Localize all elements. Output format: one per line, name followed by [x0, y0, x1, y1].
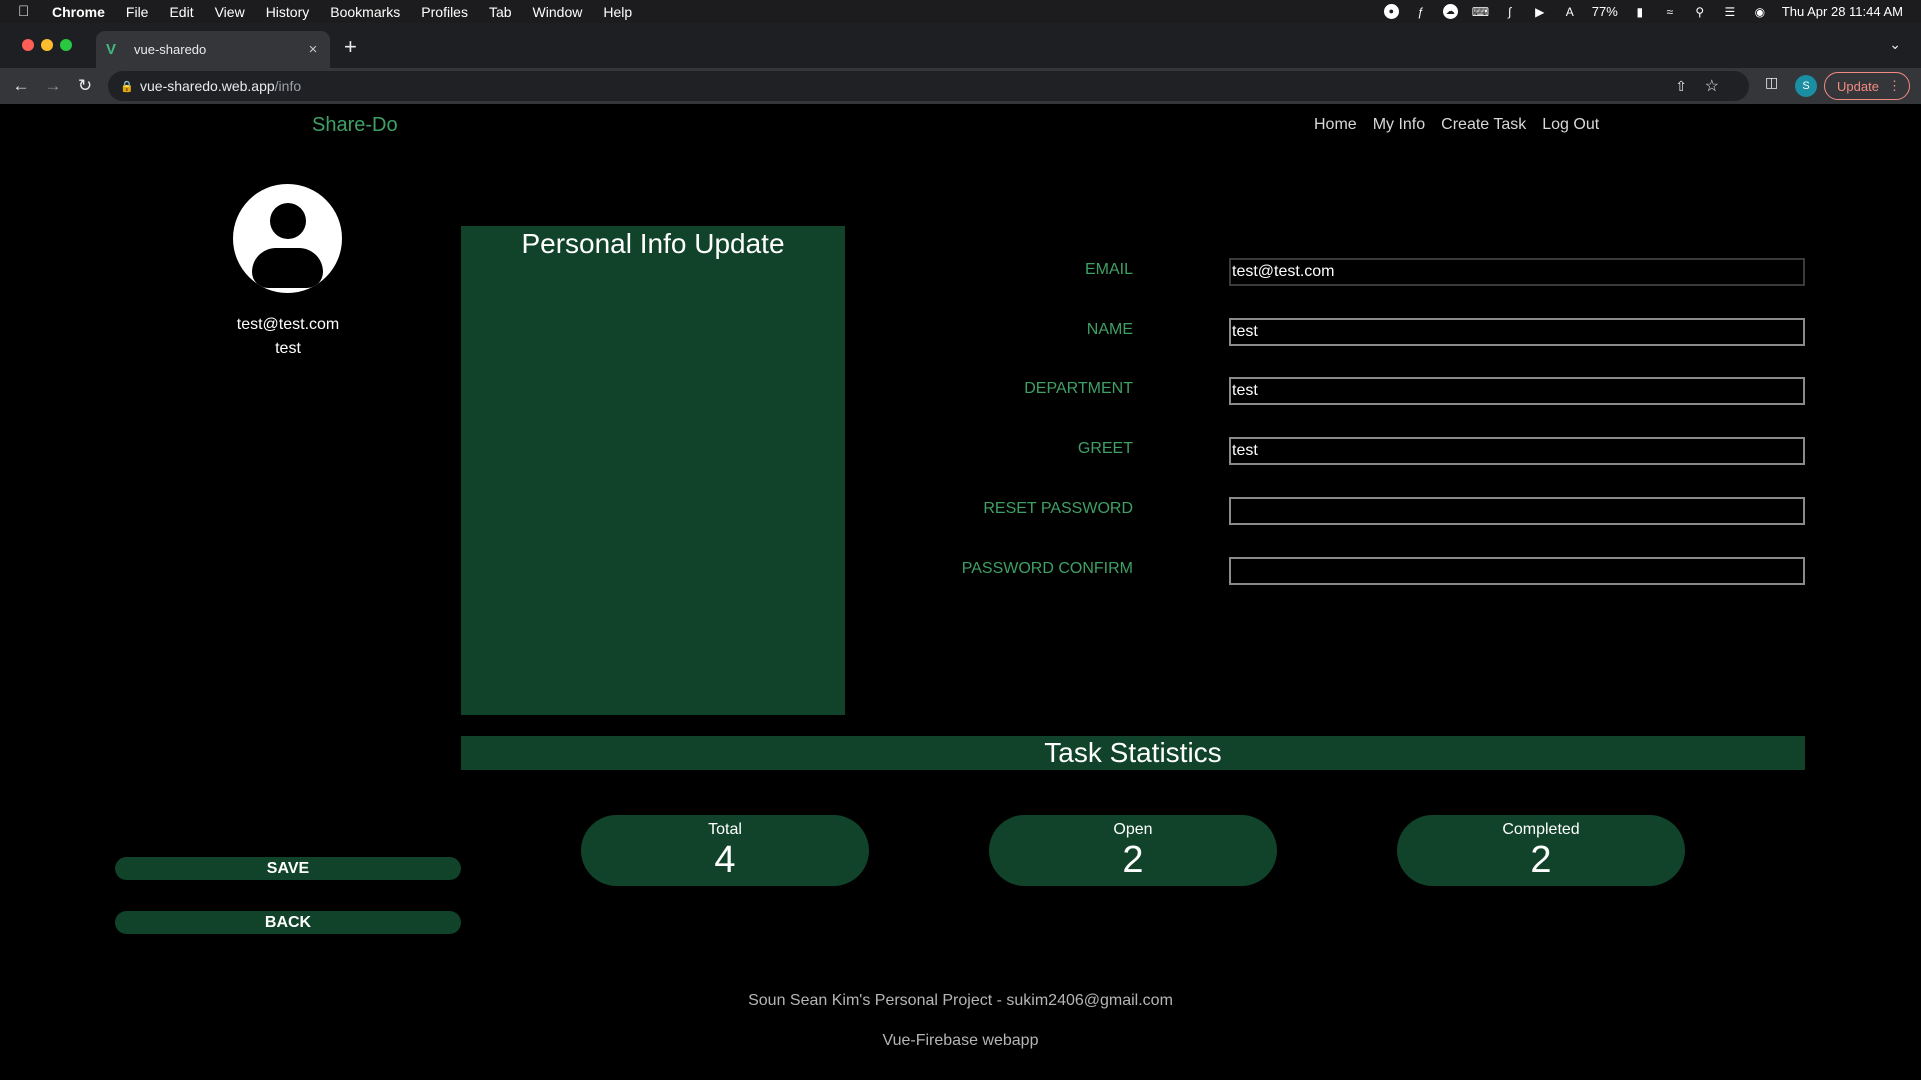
menu-bookmarks[interactable]: Bookmarks	[330, 4, 400, 20]
address-bar[interactable]: 🔒 vue-sharedo.web.app /info ⇧ ☆	[108, 71, 1749, 101]
menu-window[interactable]: Window	[533, 4, 583, 20]
nav-my-info[interactable]: My Info	[1373, 116, 1425, 134]
department-field[interactable]	[1229, 377, 1805, 405]
tab-search-chevron-icon[interactable]: ⌄	[1889, 36, 1901, 53]
stat-completed-value: 2	[1530, 839, 1552, 881]
control-center-icon[interactable]: ☰	[1722, 5, 1738, 19]
cloud-icon[interactable]: ☁	[1442, 4, 1458, 19]
input-source-icon[interactable]: A	[1562, 5, 1578, 19]
stat-total: Total 4	[581, 815, 869, 886]
browser-tab[interactable]: V vue-sharedo ×	[96, 31, 330, 68]
email-label: EMAIL	[1084, 261, 1133, 278]
stat-completed-label: Completed	[1502, 821, 1580, 838]
menu-file[interactable]: File	[126, 4, 149, 20]
stat-total-value: 4	[714, 839, 736, 881]
new-tab-icon[interactable]: +	[344, 36, 357, 58]
forward-arrow-icon[interactable]: →	[41, 74, 65, 98]
stat-open: Open 2	[989, 815, 1277, 886]
menu-tab[interactable]: Tab	[489, 4, 512, 20]
stat-completed: Completed 2	[1397, 815, 1685, 886]
menu-profiles[interactable]: Profiles	[421, 4, 468, 20]
email-field[interactable]	[1229, 258, 1805, 286]
update-label: Update	[1837, 78, 1879, 94]
menu-view[interactable]: View	[215, 4, 245, 20]
reload-icon[interactable]: ↻	[73, 74, 97, 98]
name-label: NAME	[1086, 321, 1133, 338]
profile-avatar[interactable]: S	[1795, 75, 1817, 97]
minimize-window-button[interactable]	[41, 39, 53, 51]
apple-icon[interactable]: 	[18, 3, 38, 20]
password-confirm-field[interactable]	[1229, 557, 1805, 585]
side-panel-icon[interactable]: ◫	[1765, 74, 1778, 91]
name-field[interactable]	[1229, 318, 1805, 346]
status-area: ● ƒ ☁ ⌨ ∫ ▶ A 77% ▮ ≈ ⚲ ☰ ◉ Thu Apr 28 1…	[1383, 0, 1903, 23]
tab-strip: V vue-sharedo × + ⌄	[0, 23, 1921, 68]
footer-credit: Soun Sean Kim's Personal Project - sukim…	[748, 992, 1173, 1009]
greet-field[interactable]	[1229, 437, 1805, 465]
url-host: vue-sharedo.web.app	[140, 78, 275, 94]
battery-percent: 77%	[1591, 4, 1618, 19]
keyboard-icon[interactable]: ⌨	[1472, 5, 1489, 19]
stat-open-value: 2	[1122, 839, 1144, 881]
back-arrow-icon[interactable]: ←	[9, 74, 33, 98]
page-content: Share-Do Home My Info Create Task Log Ou…	[0, 104, 1921, 1080]
menu-edit[interactable]: Edit	[169, 4, 193, 20]
close-window-button[interactable]	[22, 39, 34, 51]
nav-log-out[interactable]: Log Out	[1542, 116, 1599, 134]
reset-password-label: RESET PASSWORD	[983, 500, 1133, 517]
vue-favicon-icon: V	[106, 41, 117, 58]
department-label: DEPARTMENT	[1024, 380, 1133, 397]
macos-menubar:  Chrome File Edit View History Bookmark…	[0, 0, 1921, 23]
tab-title: vue-sharedo	[134, 42, 207, 57]
user-avatar-icon	[233, 184, 342, 293]
nav-create-task[interactable]: Create Task	[1441, 116, 1526, 134]
spotlight-search-icon[interactable]: ⚲	[1692, 5, 1708, 19]
menu-history[interactable]: History	[266, 4, 310, 20]
bookmark-star-icon[interactable]: ☆	[1705, 76, 1719, 96]
bluetooth-icon[interactable]: ∫	[1502, 5, 1518, 19]
profile-name: test	[275, 340, 301, 357]
save-button[interactable]: SAVE	[115, 857, 461, 880]
footer-tech: Vue-Firebase webapp	[882, 1032, 1039, 1049]
menu-app-name[interactable]: Chrome	[52, 4, 105, 20]
browser-toolbar: ← → ↻ 🔒 vue-sharedo.web.app /info ⇧ ☆ ◫ …	[0, 68, 1921, 104]
personal-info-panel: Personal Info Update	[461, 226, 845, 715]
greet-label: GREET	[1077, 440, 1133, 457]
url-path: /info	[274, 78, 302, 94]
share-icon[interactable]: ⇧	[1675, 78, 1687, 95]
close-tab-icon[interactable]: ×	[302, 41, 324, 58]
stat-open-label: Open	[1113, 821, 1153, 838]
main-nav: Home My Info Create Task Log Out	[1314, 116, 1599, 134]
lock-icon[interactable]: 🔒	[120, 80, 140, 93]
siri-icon[interactable]: ◉	[1752, 5, 1768, 19]
panel-title: Personal Info Update	[521, 228, 785, 259]
menu-help[interactable]: Help	[603, 4, 632, 20]
profile-email: test@test.com	[236, 316, 340, 333]
brand-logo[interactable]: Share-Do	[312, 114, 398, 137]
script-icon[interactable]: ƒ	[1413, 5, 1429, 19]
stat-total-label: Total	[708, 821, 742, 838]
chrome-update-button[interactable]: Update ⋮	[1824, 72, 1910, 100]
task-statistics-header: Task Statistics	[461, 736, 1805, 770]
kebab-menu-icon[interactable]: ⋮	[1888, 78, 1901, 94]
maximize-window-button[interactable]	[60, 39, 72, 51]
reset-password-field[interactable]	[1229, 497, 1805, 525]
back-button[interactable]: BACK	[115, 911, 461, 934]
record-icon[interactable]: ●	[1383, 4, 1399, 19]
password-confirm-label: PASSWORD CONFIRM	[961, 560, 1133, 577]
nav-home[interactable]: Home	[1314, 116, 1357, 134]
clock[interactable]: Thu Apr 28 11:44 AM	[1782, 4, 1903, 19]
play-icon[interactable]: ▶	[1532, 5, 1548, 19]
wifi-icon[interactable]: ≈	[1662, 5, 1678, 19]
battery-icon[interactable]: ▮	[1632, 5, 1648, 19]
